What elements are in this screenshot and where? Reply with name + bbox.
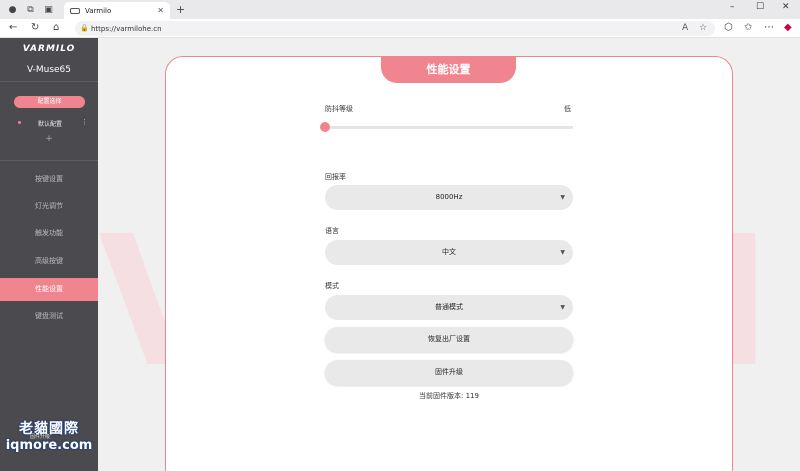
profile-more-icon[interactable]: ⋮ [81,118,88,126]
debounce-value-label: 低 [564,105,571,113]
debounce-label: 防抖等级 [325,105,353,113]
device-model: V-Muse65 [26,65,72,75]
chevron-down-icon: ▼ [560,194,565,201]
page-title: 性能设置 [381,56,516,83]
sidebar-item-advanced-keys[interactable]: 高级按键 [0,250,98,273]
active-profile-dot [18,121,21,124]
sidebar-item-trigger[interactable]: 触发功能 [0,222,98,245]
favorites-icon[interactable]: ✩ [744,22,752,33]
profile-icon[interactable]: ● [6,3,19,16]
sidebar-item-lighting[interactable]: 灯光调节 [0,195,98,218]
watermark-line2: iqmore.com [5,438,93,453]
sidebar: VARMILO V-Muse65 配置选择 默认配置 ⋮ + 按键设置 灯光调节… [0,38,98,471]
mode-value: 普通模式 [435,303,463,311]
tab-actions-icon[interactable]: ▣ [42,3,55,16]
add-profile-button[interactable]: + [0,134,98,144]
sidebar-item-performance[interactable]: 性能设置 [0,278,98,301]
mode-label: 模式 [325,282,339,290]
main-area: VARMILO 性能设置 防抖等级 低 回报率 8000Hz ▼ 语言 中文 ▼… [98,38,800,471]
refresh-icon[interactable]: ↻ [31,22,39,33]
brand-logo: VARMILO [22,44,76,54]
address-bar[interactable]: 🔒 https://varmilohe.cn A ☆ [75,21,715,36]
watermark: 老貓國際 iqmore.com 固件升级 [0,418,98,458]
favorite-star-icon[interactable]: ☆ [699,23,707,33]
maximize-icon[interactable]: ☐ [756,2,764,12]
debounce-slider-track[interactable] [326,126,573,129]
language-select[interactable]: 中文 ▼ [325,240,573,265]
language-value: 中文 [442,248,456,256]
new-tab-icon[interactable]: + [176,3,185,16]
extensions-icon[interactable]: ⬡ [724,22,733,33]
factory-reset-button[interactable]: 恢复出厂设置 [325,327,573,352]
more-icon[interactable]: ⋯ [764,22,774,33]
home-icon[interactable]: ⌂ [53,22,59,33]
sidebar-divider [0,160,98,161]
browser-tab[interactable]: Varmilo ✕ [64,2,170,19]
tab-favicon-icon [70,7,80,14]
chevron-down-icon: ▼ [560,304,565,311]
firmware-version: 当前固件版本: 119 [419,392,479,400]
minimize-icon[interactable]: – [730,2,735,12]
sidebar-item-key-settings[interactable]: 按键设置 [0,168,98,191]
sidebar-divider [0,81,98,82]
chevron-down-icon: ▼ [560,249,565,256]
profile-item[interactable]: 默认配置 ⋮ [0,118,98,128]
polling-rate-select[interactable]: 8000Hz ▼ [325,185,573,210]
browser-tab-bar: ● ⧉ ▣ Varmilo ✕ + – ☐ ✕ [0,0,800,19]
firmware-upgrade-button[interactable]: 固件升级 [325,360,573,385]
polling-rate-label: 回报率 [325,173,346,181]
performance-card: 性能设置 防抖等级 低 回报率 8000Hz ▼ 语言 中文 ▼ 模式 普通模式… [165,56,733,471]
polling-rate-value: 8000Hz [435,193,463,201]
profile-name: 默认配置 [38,121,63,128]
mode-select[interactable]: 普通模式 ▼ [325,295,573,320]
sidebar-item-keyboard-test[interactable]: 键盘测试 [0,305,98,328]
address-url: https://varmilohe.cn [91,24,162,33]
close-window-icon[interactable]: ✕ [782,2,790,12]
back-icon[interactable]: ← [9,22,17,33]
debounce-slider-thumb[interactable] [320,122,330,132]
config-select-button[interactable]: 配置选择 [14,96,85,108]
read-aloud-icon[interactable]: A [682,23,688,33]
lock-icon: 🔒 [80,24,89,32]
language-label: 语言 [325,227,339,235]
copilot-icon[interactable]: ◆ [784,22,792,33]
tab-title: Varmilo [85,6,112,15]
watermark-small-text: 固件升级 [30,434,51,440]
close-tab-icon[interactable]: ✕ [157,6,164,15]
workspaces-icon[interactable]: ⧉ [24,3,37,16]
browser-nav-bar: ← ↻ ⌂ 🔒 https://varmilohe.cn A ☆ ⬡ ✩ ⋯ ◆ [0,19,800,38]
